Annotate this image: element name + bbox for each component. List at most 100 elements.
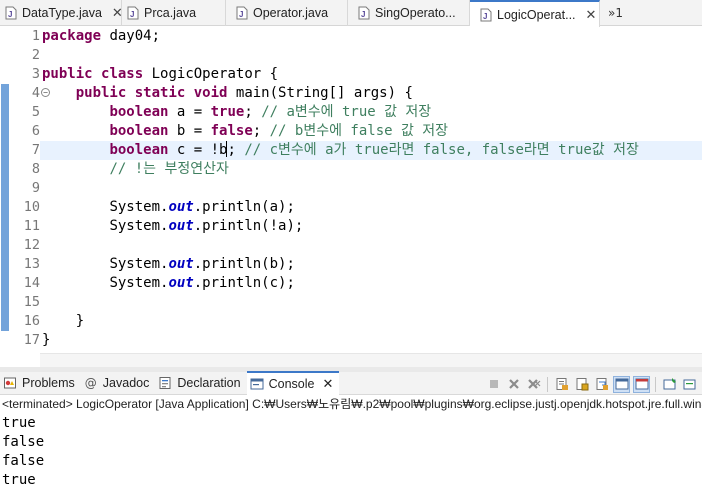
code-text: }: [42, 332, 51, 348]
console-output-line: false: [2, 434, 45, 450]
code-line[interactable]: System.out.println(!a);: [42, 217, 702, 236]
console-icon: [250, 377, 264, 391]
keyword: false: [210, 123, 253, 139]
line-number-ruler: 1 2 3 4− 5 6 7 8 9 10 11 12 13 14 15 16 …: [10, 27, 50, 350]
console-output-line: false: [2, 453, 45, 469]
tab-singoperator-java[interactable]: J SingOperato...: [348, 0, 470, 26]
display-selected-console-icon[interactable]: [681, 376, 698, 393]
static-field: out: [168, 199, 194, 215]
code-line[interactable]: boolean a = true; // a변수에 true 값 저장: [42, 103, 702, 122]
console-output[interactable]: true false false true: [0, 414, 702, 490]
line-number: 11: [23, 218, 40, 234]
code-text: a =: [168, 104, 211, 120]
line-number: 4−: [10, 84, 50, 103]
tab-label: SingOperato...: [375, 6, 456, 20]
tab-label: Declaration: [177, 376, 241, 390]
code-line[interactable]: System.out.println(b);: [42, 255, 702, 274]
toolbar-separator: [547, 376, 548, 392]
keyword: true: [210, 104, 245, 120]
tab-operator-java[interactable]: J Operator.java: [226, 0, 348, 26]
line-number: 10: [23, 199, 40, 215]
console-output-line: true: [2, 415, 36, 431]
code-text: LogicOperator {: [143, 66, 279, 82]
code-text: System.: [109, 256, 169, 272]
keyword: boolean: [109, 123, 169, 139]
tab-datatype-java[interactable]: J DataType.java ✕: [0, 0, 123, 26]
code-line[interactable]: public class LogicOperator {: [42, 65, 702, 84]
tab-declaration[interactable]: Declaration: [155, 372, 246, 395]
static-field: out: [168, 218, 194, 234]
code-line[interactable]: [42, 179, 702, 198]
tab-label: Console: [268, 377, 315, 391]
code-line[interactable]: System.out.println(a);: [42, 198, 702, 217]
line-number: 3: [31, 66, 40, 82]
close-icon[interactable]: ✕: [586, 7, 597, 23]
show-console-on-error-icon[interactable]: [633, 375, 650, 393]
code-comment: // !는 부정연산자: [109, 161, 229, 177]
problems-icon: [3, 376, 17, 390]
java-file-icon: J: [5, 6, 17, 20]
tab-javadoc[interactable]: @ Javadoc: [81, 372, 156, 395]
static-field: out: [168, 256, 194, 272]
code-text: ;: [227, 142, 245, 158]
tab-problems[interactable]: Problems: [0, 372, 81, 395]
code-line[interactable]: public static void main(String[] args) {: [42, 84, 702, 103]
code-line[interactable]: [42, 46, 702, 65]
word-wrap-icon[interactable]: [593, 376, 610, 393]
quick-diff-mark: [1, 84, 9, 331]
tab-label: Prca.java: [144, 6, 197, 20]
code-line[interactable]: boolean b = false; // b변수에 false 값 저장: [42, 122, 702, 141]
code-line[interactable]: [42, 236, 702, 255]
keyword: public: [75, 85, 127, 101]
tab-overflow-button[interactable]: »1: [600, 0, 623, 25]
java-file-icon: J: [480, 8, 492, 22]
tab-label: Operator.java: [253, 6, 329, 20]
keyword: public: [42, 66, 93, 82]
line-number: 14: [23, 275, 40, 291]
code-text: main(String[] args) {: [227, 85, 413, 101]
tab-logicoperator-java[interactable]: J LogicOperat... ✕: [470, 0, 600, 27]
line-number: 12: [23, 237, 40, 253]
declaration-icon: [158, 376, 172, 390]
code-text: .println(b);: [193, 256, 295, 272]
keyword: static: [134, 85, 186, 101]
code-line[interactable]: [42, 293, 702, 312]
code-text: .println(c);: [193, 275, 295, 291]
terminate-icon[interactable]: [485, 376, 502, 393]
keyword: class: [101, 66, 144, 82]
code-line-current[interactable]: boolean c = !b; // c변수에 a가 true라면 false,…: [40, 141, 702, 160]
code-line[interactable]: }: [42, 312, 702, 331]
clear-console-icon[interactable]: [553, 376, 570, 393]
tab-prca-java[interactable]: J Prca.java: [122, 0, 226, 26]
remove-all-terminated-icon[interactable]: [525, 376, 542, 393]
line-number: 6: [31, 123, 40, 139]
svg-text:J: J: [361, 10, 365, 19]
code-text: System.: [109, 199, 169, 215]
svg-text:J: J: [130, 10, 134, 19]
code-line[interactable]: package day04;: [42, 27, 702, 46]
code-comment: // a변수에 true 값 저장: [261, 104, 432, 120]
scroll-lock-icon[interactable]: [573, 376, 590, 393]
line-number: 13: [23, 256, 40, 272]
code-line[interactable]: System.out.println(c);: [42, 274, 702, 293]
line-number: 9: [31, 180, 40, 196]
code-text: System.: [109, 275, 169, 291]
pin-console-icon[interactable]: [661, 376, 678, 393]
tab-console[interactable]: Console ✕: [246, 371, 340, 395]
java-file-icon: J: [127, 6, 139, 20]
code-text: System.: [109, 218, 169, 234]
line-number: 5: [31, 104, 40, 120]
keyword: boolean: [109, 104, 169, 120]
show-console-on-output-icon[interactable]: [613, 375, 630, 393]
code-editor[interactable]: 1 2 3 4− 5 6 7 8 9 10 11 12 13 14 15 16 …: [0, 27, 702, 369]
line-number: 16: [23, 313, 40, 329]
close-icon[interactable]: ✕: [322, 376, 333, 392]
static-field: out: [168, 275, 194, 291]
code-line[interactable]: // !는 부정연산자: [42, 160, 702, 179]
code-text-area[interactable]: package day04; public class LogicOperato…: [40, 27, 702, 350]
code-line[interactable]: }: [42, 331, 702, 350]
line-number: 7: [31, 142, 40, 158]
remove-launch-icon[interactable]: [505, 376, 522, 393]
keyword: package: [42, 28, 102, 44]
tab-overflow-label: »1: [608, 5, 623, 20]
